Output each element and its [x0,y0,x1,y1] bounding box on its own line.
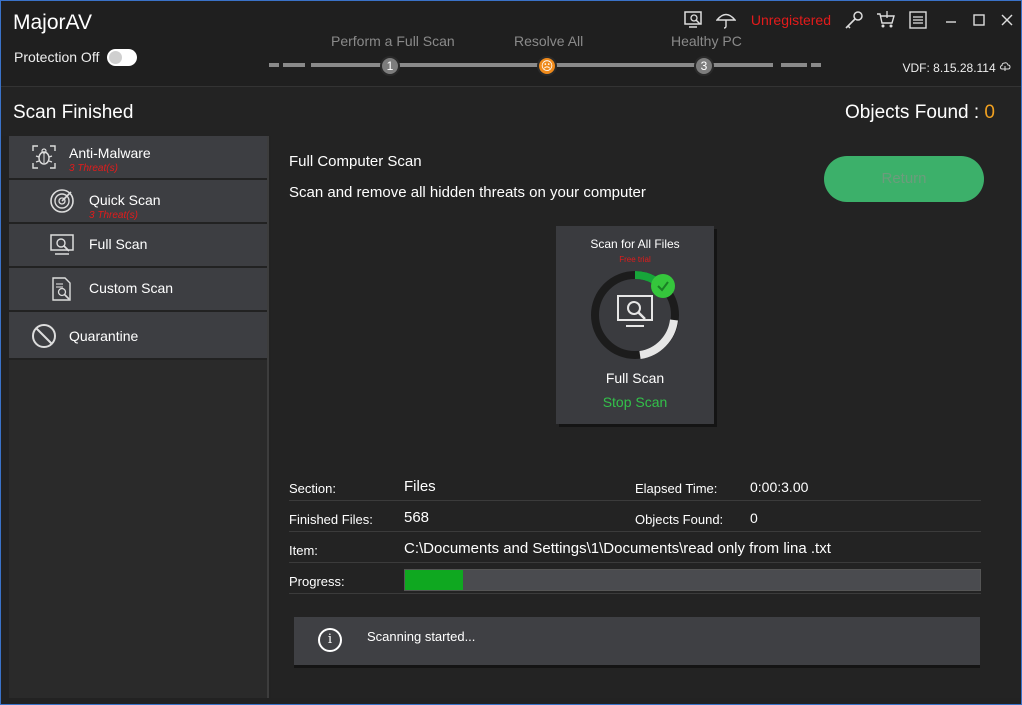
objects-found-label: Objects Found: [635,512,724,527]
monitor-search-icon [49,232,75,258]
sidebar-item-quarantine[interactable]: Quarantine [9,312,267,360]
stop-scan-button[interactable]: Stop Scan [556,394,714,410]
umbrella-icon[interactable] [715,9,737,31]
sidebar-item-custom-scan[interactable]: Custom Scan [9,268,267,312]
prohibited-icon [31,323,57,349]
section-label: Section: [289,481,336,496]
key-icon[interactable] [843,9,865,31]
step-label-full-scan: Perform a Full Scan [331,33,455,49]
protection-toggle[interactable] [107,49,137,66]
sidebar-item-quick-scan[interactable]: Quick Scan 3 Threat(s) [9,180,267,224]
log-message-panel: i Scanning started... [294,617,980,665]
threat-count-badge: 3 Threat(s) [89,210,138,221]
scan-status-title: Scan Finished [13,102,134,123]
step-node-resolve: ☹ [537,56,557,76]
free-trial-label: Free trial [619,255,651,264]
scan-card-title: Scan for All Files [590,237,680,251]
info-icon: i [318,628,342,652]
objects-found-summary: Objects Found : 0 [845,102,995,124]
step-node-3: 3 [694,56,714,76]
step-node-1: 1 [380,56,400,76]
info-row-progress: Progress: [289,564,981,594]
step-track [811,63,821,67]
sidebar: Anti-Malware 3 Threat(s) Quick Scan 3 Th… [9,136,269,698]
progress-steps: Perform a Full Scan Resolve All Healthy … [267,31,827,81]
maximize-button[interactable] [965,9,993,31]
step-label-healthy: Healthy PC [671,33,742,49]
sidebar-item-label: Custom Scan [89,280,174,296]
info-row-section: Section: Files Elapsed Time: 0:00:3.00 [289,471,981,501]
scan-progress-bar [404,569,981,591]
bug-icon [31,144,57,170]
item-label: Item: [289,543,318,558]
unregistered-link[interactable]: Unregistered [751,12,831,28]
app-title: MajorAV [13,11,92,34]
radar-icon [49,188,75,214]
sidebar-item-anti-malware[interactable]: Anti-Malware 3 Threat(s) [9,136,267,180]
step-track [781,63,807,67]
threat-count-badge: 3 Threat(s) [69,163,118,174]
close-button[interactable] [993,9,1021,31]
protection-label: Protection Off [14,49,100,65]
vdf-version: VDF: 8.15.28.114 [902,61,1011,75]
scan-monitor-icon[interactable] [683,9,705,31]
document-search-icon [49,276,75,302]
scan-progress-ring [591,271,679,359]
objects-found-label: Objects Found : [845,102,980,123]
main-panel: Full Computer Scan Scan and remove all h… [271,136,1021,698]
step-track [269,63,279,67]
scan-card: Scan for All Files Free trial Full Scan … [556,226,714,424]
minimize-button[interactable] [937,9,965,31]
title-bar: MajorAV Protection Off Perform a Full Sc… [1,1,1021,86]
cloud-update-icon[interactable] [999,61,1011,72]
log-message: Scanning started... [367,629,476,644]
step-track [283,63,305,67]
sidebar-item-label: Quick Scan [89,192,161,208]
sidebar-item-full-scan[interactable]: Full Scan [9,224,267,268]
menu-icon[interactable] [907,9,929,31]
app-window: MajorAV Protection Off Perform a Full Sc… [0,0,1022,705]
info-row-files: Finished Files: 568 Objects Found: 0 [289,502,981,532]
sidebar-item-label: Full Scan [89,236,148,252]
info-row-item: Item: C:\Documents and Settings\1\Docume… [289,533,981,563]
progress-fill [405,570,463,590]
elapsed-time-value: 0:00:3.00 [750,479,809,495]
return-button[interactable]: Return [824,156,984,202]
section-value: Files [404,478,436,495]
cart-icon[interactable] [875,9,897,31]
finished-files-label: Finished Files: [289,512,373,527]
elapsed-time-label: Elapsed Time: [635,481,718,496]
objects-found-count: 0 [984,102,995,123]
sidebar-item-label: Anti-Malware [69,145,151,161]
sidebar-item-label: Quarantine [69,328,139,344]
item-path-value: C:\Documents and Settings\1\Documents\re… [404,540,831,557]
scan-title: Full Computer Scan [289,153,422,170]
scan-card-name: Full Scan [605,370,665,386]
monitor-search-icon [617,295,653,327]
progress-label: Progress: [289,574,345,589]
objects-found-value: 0 [750,510,758,526]
status-header: Scan Finished Objects Found : 0 [1,86,1021,136]
step-label-resolve: Resolve All [514,33,584,49]
scan-description: Scan and remove all hidden threats on yo… [289,184,646,201]
finished-files-value: 568 [404,509,430,526]
title-toolbar: Unregistered [673,7,1021,33]
toggle-knob [109,51,122,64]
vdf-text: VDF: 8.15.28.114 [902,61,996,75]
